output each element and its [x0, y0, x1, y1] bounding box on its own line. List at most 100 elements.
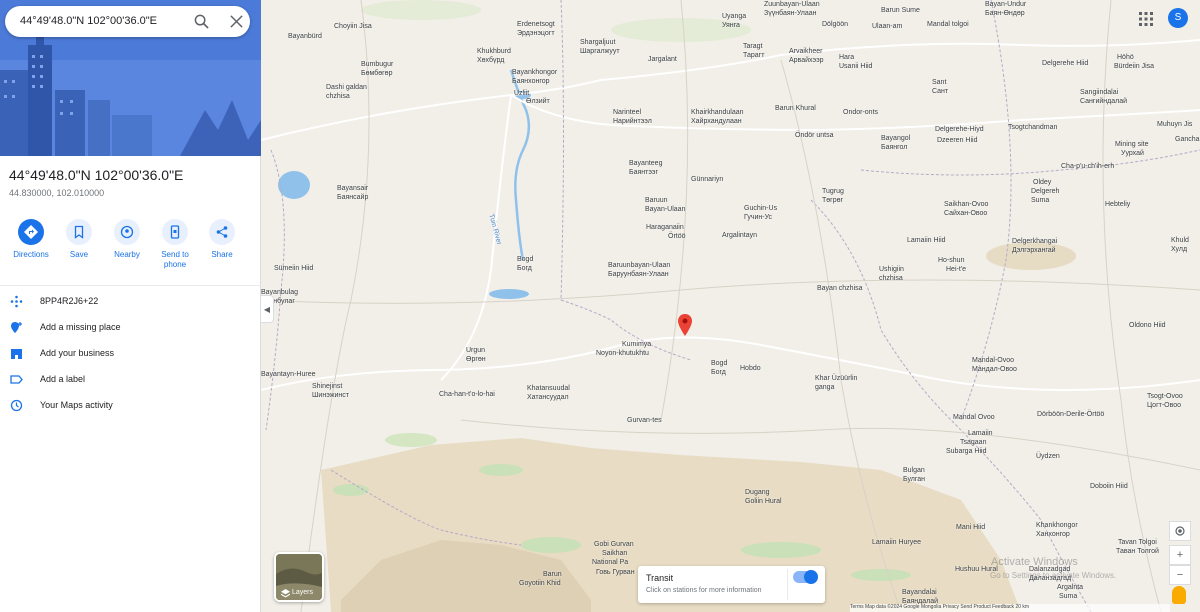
- layers-label: Layers: [292, 589, 314, 596]
- my-location-button[interactable]: [1169, 521, 1191, 541]
- map-label: Сайхан-Овоо: [944, 210, 988, 217]
- zoom-out-button[interactable]: −: [1169, 565, 1191, 585]
- map-label: Говь Гурван: [596, 569, 635, 576]
- map-label: Urgun: [466, 347, 486, 354]
- send-to-phone-label: Send to phone: [161, 250, 189, 269]
- map-label: Barun Khural: [775, 105, 816, 112]
- close-icon[interactable]: [229, 14, 244, 29]
- map-label: Цогт-Овоо: [1147, 402, 1182, 409]
- plus-code-row[interactable]: 8PP4R2J6+22: [0, 292, 261, 312]
- map-label: Гучин-Ус: [744, 214, 773, 221]
- map-label: Shinejinst: [312, 383, 343, 390]
- map-attribution: Terms Map data ©2024 Google Mongolia Pri…: [850, 604, 1170, 612]
- map-label: Delgereh: [1031, 188, 1060, 195]
- plus-code-label: 8PP4R2J6+22: [40, 296, 99, 306]
- map-label: Khairkhandulaan: [691, 109, 744, 116]
- transit-card[interactable]: Transit Click on stations for more infor…: [638, 566, 825, 603]
- map-label: Хайрхандулаан: [691, 118, 742, 125]
- map-label: Gobi Gurvan: [594, 541, 634, 548]
- place-coordinates: 44.830000, 102.010000: [9, 188, 105, 198]
- map-label: Ushigiin: [879, 266, 904, 273]
- map-label: Арвайхээр: [789, 57, 824, 64]
- map-label: Tugrug: [822, 188, 844, 195]
- map-label: Хөхбүрд: [477, 57, 505, 64]
- map-label: Dashi galdan: [326, 84, 367, 91]
- map-label: Сант: [932, 88, 949, 95]
- map-label: Dörböön-Derile-Örtöö: [1037, 411, 1105, 418]
- bookmark-icon: [74, 225, 84, 239]
- add-label-row[interactable]: Add a label: [0, 370, 261, 390]
- transit-toggle[interactable]: [793, 570, 818, 584]
- map-label: Sant: [932, 79, 947, 86]
- map-label: Lamaiin: [968, 430, 993, 437]
- map-label: Argalnta: [1057, 584, 1084, 591]
- map-label: Таван Толгой: [1116, 548, 1159, 555]
- map-canvas[interactable]: Choyiin Jisa Bayanbürd Erdenetsogt Эрдэн…: [261, 0, 1200, 612]
- map-label: Bayandalai: [902, 589, 937, 596]
- history-icon: [10, 399, 23, 412]
- map-label: Ho-shun: [938, 257, 965, 264]
- apps-grid-icon[interactable]: [1139, 12, 1153, 26]
- zoom-in-button[interactable]: +: [1169, 545, 1191, 565]
- map-label: Өлзийт: [526, 98, 550, 105]
- location-pin-icon[interactable]: [678, 314, 692, 336]
- map-label: Зүүнбаян-Улаан: [764, 10, 817, 17]
- add-missing-place-row[interactable]: Add a missing place: [0, 318, 261, 338]
- map-label: Taragt: [743, 43, 763, 50]
- share-button[interactable]: Share: [199, 219, 245, 260]
- layers-button[interactable]: Layers: [274, 552, 324, 602]
- account-avatar[interactable]: S: [1168, 8, 1188, 28]
- map-label: Bayan-Undur: [985, 1, 1027, 8]
- map-label: Мандал-Овоо: [972, 366, 1017, 373]
- map-label: Шинэжинст: [312, 392, 349, 399]
- nearby-icon: [120, 225, 134, 239]
- map-label: Örtöö: [668, 233, 686, 240]
- map-label: chzhisa: [326, 93, 350, 100]
- street-view-pegman-icon[interactable]: [1172, 586, 1186, 604]
- add-label-label: Add a label: [40, 374, 86, 384]
- map-label: Шаргалжуут: [580, 48, 620, 55]
- map-label: Öndör untsa: [795, 132, 834, 139]
- add-missing-place-label: Add a missing place: [40, 322, 121, 332]
- map-label: Argalintayn: [722, 232, 758, 239]
- map-label: Khukhburd: [477, 48, 511, 55]
- map-label: Уурхай: [1121, 150, 1144, 157]
- collapse-sidebar-button[interactable]: ◀: [261, 295, 274, 323]
- map-label: Ondor-onts: [843, 109, 879, 116]
- map-label: Хулд: [1171, 246, 1188, 253]
- transit-title: Transit: [646, 573, 674, 583]
- directions-button[interactable]: Directions: [8, 219, 54, 260]
- map-label: Bayangol: [881, 135, 911, 142]
- search-box[interactable]: 44°49'48.0"N 102°00'36.0"E: [5, 6, 250, 37]
- my-location-icon: [1175, 526, 1185, 536]
- share-label: Share: [211, 250, 233, 259]
- map-label: Mining site: [1115, 141, 1149, 148]
- map-label: Mandal tolgoi: [927, 21, 969, 28]
- map-label: Baruunbayan-Ulaan: [608, 262, 671, 269]
- map-label: Saikhan-Ovoo: [944, 201, 989, 208]
- add-business-row[interactable]: Add your business: [0, 344, 261, 364]
- map-label: Subarga Hiid: [946, 448, 987, 455]
- map-label: Suma: [1059, 593, 1078, 600]
- search-input[interactable]: 44°49'48.0"N 102°00'36.0"E: [20, 15, 157, 27]
- send-to-phone-button[interactable]: Send to phone: [152, 219, 198, 270]
- save-button[interactable]: Save: [56, 219, 102, 260]
- share-icon: [216, 226, 228, 238]
- map-label: Баянсайр: [337, 194, 369, 201]
- map-label: Doboiin Hiid: [1090, 483, 1128, 490]
- map-label: Баруунбаян-Улаан: [608, 271, 669, 278]
- map-label: Bumbugur: [361, 61, 394, 68]
- nearby-button[interactable]: Nearby: [104, 219, 150, 260]
- map-label: Lamaiin Hiid: [907, 237, 946, 244]
- map-label: Erdenetsogt: [517, 21, 555, 28]
- transit-divider: [787, 569, 788, 600]
- map-label: Tavan Tolgoi: [1118, 539, 1157, 546]
- map-label: Төгрөг: [822, 197, 844, 204]
- map-label: Choyiin Jisa: [334, 23, 372, 30]
- search-icon[interactable]: [194, 14, 209, 29]
- map-label: Булган: [903, 476, 926, 483]
- map-label: Баян-Өндөр: [985, 10, 1025, 17]
- map-label: Hebteliy: [1105, 201, 1131, 208]
- map-label: Üydzen: [1036, 453, 1060, 460]
- maps-activity-row[interactable]: Your Maps activity: [0, 396, 261, 416]
